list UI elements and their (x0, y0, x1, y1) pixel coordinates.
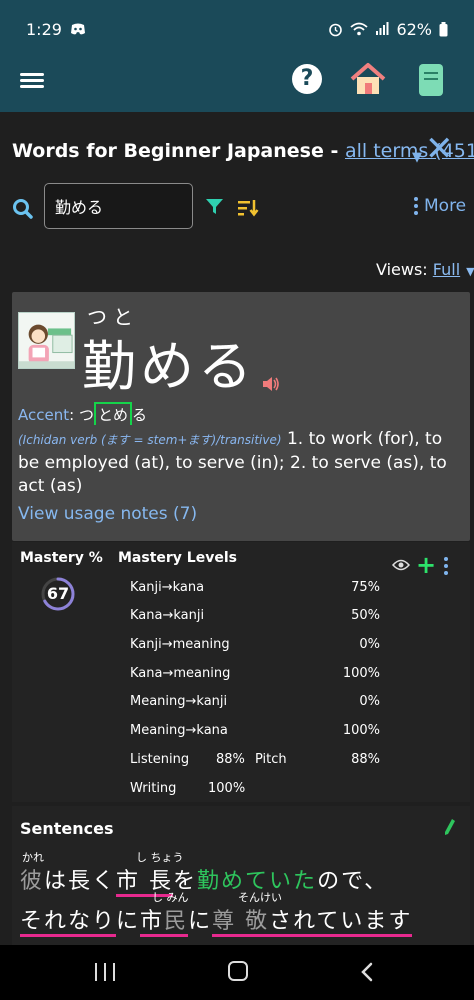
sentence-text: は長く (44, 869, 117, 894)
word-card: つと 勤める Accent: つとめる (Ichidan verb (ます = … (12, 292, 470, 541)
part-of-speech: (Ichidan verb (ます = stem+ます)/transitive) (18, 433, 282, 447)
sentence-line-1[interactable]: 彼は長く市 長を勤めていたので、 (20, 863, 389, 897)
writing-value: 100% (208, 781, 246, 796)
hamburger-menu-icon[interactable] (20, 70, 44, 92)
search-icon[interactable] (12, 198, 33, 219)
accent-suffix: る (131, 406, 147, 424)
mastery-level-row: Kanji→meaning 0% (130, 637, 380, 652)
views-label: Views: (376, 260, 433, 279)
list-dropdown-icon[interactable]: ▼ (412, 150, 422, 165)
more-button[interactable]: More (414, 196, 466, 216)
close-icon[interactable]: ✕ (425, 132, 454, 166)
sentence-text: に (188, 909, 213, 934)
writing-label: Writing (130, 781, 177, 796)
pitch-value: 88% (351, 752, 380, 767)
views-selector[interactable]: Views: Full ▼ (376, 260, 474, 279)
status-bar: 1:29 62% (0, 0, 474, 58)
recent-apps-icon[interactable] (95, 963, 115, 981)
more-label: More (424, 196, 467, 216)
mastery-percent-title: Mastery % (20, 550, 103, 566)
eye-icon[interactable] (392, 558, 410, 572)
mastery-panel: Mastery % 67 Mastery Levels + Kanji→kana… (12, 542, 470, 802)
mastery-level-row: Kana→meaning 100% (130, 666, 380, 681)
sentences-panel: Sentences かれ し ちょう 彼は長く市 長を勤めていたので、 し みん… (12, 806, 470, 945)
system-nav-bar (0, 945, 474, 1000)
sentence-word-min: 民 (164, 909, 189, 937)
alarm-icon (329, 23, 343, 36)
accent-prefix: つ (78, 406, 94, 424)
sentence-text: ので、 (317, 869, 389, 894)
status-time: 1:29 (26, 19, 62, 39)
edit-pencil-icon[interactable] (444, 818, 456, 836)
more-vert-icon (414, 197, 418, 215)
home-icon[interactable] (350, 62, 386, 96)
mastery-level-row: Kana→kanji 50% (130, 608, 380, 623)
mastery-level-row: Meaning→kanji 0% (130, 694, 380, 709)
word-illustration-image (18, 312, 75, 369)
search-input[interactable] (44, 183, 193, 229)
speaker-icon[interactable] (262, 376, 280, 392)
deck-title: Words for Beginner Japanese - (12, 140, 345, 162)
listening-pitch-row: Listening 88% Pitch 88% (130, 752, 380, 772)
page-title: Words for Beginner Japanese - all terms … (12, 140, 474, 162)
app-bar: ? (0, 58, 474, 112)
back-icon[interactable] (360, 962, 374, 982)
sentence-line-2[interactable]: それなりに市民に尊 敬されています (20, 903, 413, 937)
views-dropdown-icon[interactable]: ▼ (466, 265, 474, 278)
sentence-word-sorenari: それなり (20, 909, 117, 937)
mastery-level-row: Meaning→kana 100% (130, 723, 380, 738)
accent-label[interactable]: Accent (18, 406, 69, 424)
sentence-word-shi: 市 (140, 909, 165, 937)
listening-value: 88% (216, 752, 245, 767)
sentences-title: Sentences (20, 819, 114, 838)
help-icon[interactable]: ? (292, 64, 322, 94)
sentence-word-kare: 彼 (20, 869, 45, 894)
headword: 勤める (82, 335, 256, 398)
mastery-menu-icon[interactable] (444, 557, 448, 575)
discord-icon (70, 23, 85, 35)
sentence-word-sonkei: 尊 敬 (212, 909, 270, 937)
usage-notes-link[interactable]: View usage notes (7) (18, 504, 197, 524)
book-icon[interactable] (419, 64, 443, 96)
sentence-word-sareteimasu: されています (269, 909, 413, 937)
listening-label: Listening (130, 752, 190, 767)
signal-icon (376, 22, 389, 35)
battery-percent: 62% (396, 19, 432, 39)
accent-high-mora: とめ (93, 402, 132, 425)
mastery-percent-value: 67 (46, 584, 70, 603)
pitch-label: Pitch (255, 752, 287, 767)
mastery-level-row: Kanji→kana 75% (130, 580, 380, 595)
views-value[interactable]: Full (433, 260, 460, 279)
main-content: Words for Beginner Japanese - all terms … (0, 112, 474, 945)
sort-icon[interactable] (237, 198, 259, 218)
filter-icon[interactable] (205, 197, 224, 216)
home-nav-icon[interactable] (228, 961, 248, 981)
writing-row: Writing 100% (130, 781, 380, 801)
wifi-icon (350, 22, 369, 36)
sentence-text: に (116, 909, 141, 934)
battery-icon (439, 21, 448, 36)
pitch-accent: Accent: つとめる (18, 402, 147, 425)
definition: (Ichidan verb (ます = stem+ます)/transitive)… (18, 428, 466, 498)
mastery-levels-title: Mastery Levels (118, 550, 237, 566)
add-icon[interactable]: + (416, 553, 436, 577)
all-terms-link[interactable]: all terms (451) (345, 140, 474, 162)
